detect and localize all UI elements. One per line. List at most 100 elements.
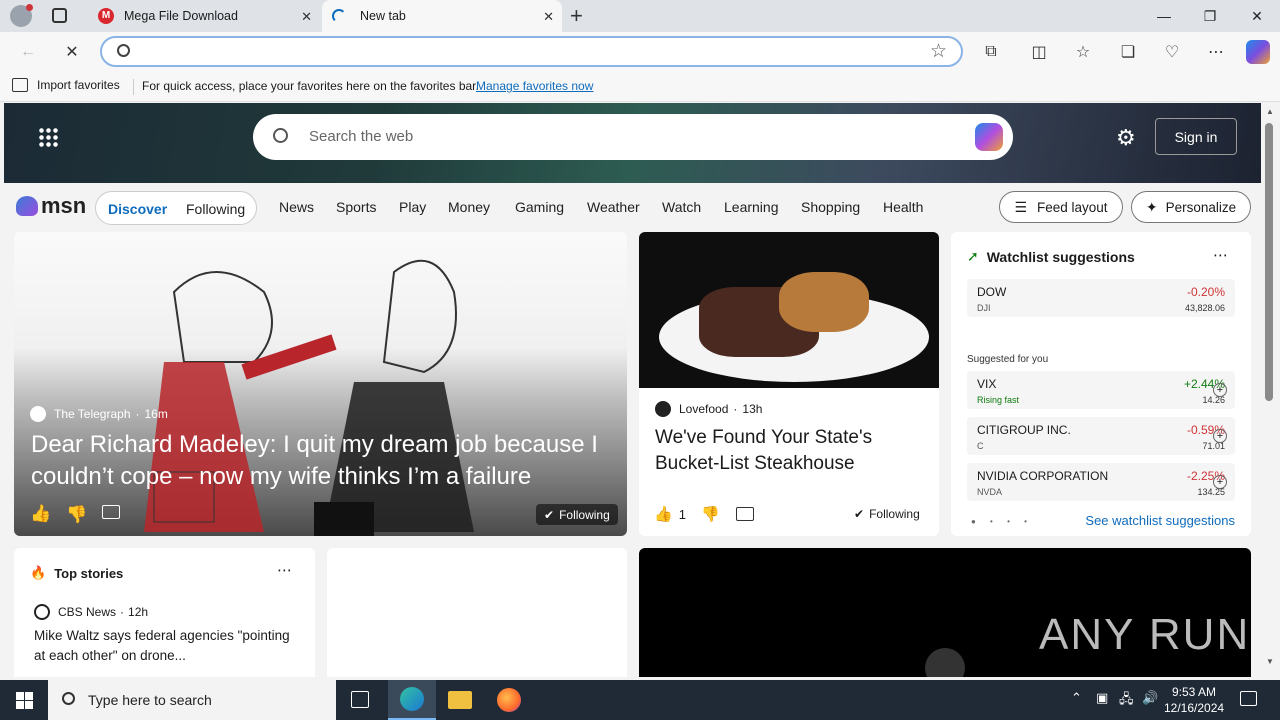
tab-new-tab[interactable]: New tab ✕ xyxy=(322,0,562,32)
loading-spinner-icon xyxy=(332,9,346,23)
taskbar-search-box[interactable]: Type here to search xyxy=(48,680,336,720)
nav-news[interactable]: News xyxy=(279,199,314,215)
nav-health[interactable]: Health xyxy=(883,199,923,215)
nav-sports[interactable]: Sports xyxy=(336,199,376,215)
settings-gear-icon[interactable]: ⚙ xyxy=(1116,125,1136,151)
apps-launcher-icon[interactable] xyxy=(38,127,58,147)
add-stock-icon[interactable]: + xyxy=(1213,475,1227,489)
article-source: The Telegraph · 16m xyxy=(30,406,168,422)
sign-in-button[interactable]: Sign in xyxy=(1155,118,1237,155)
nav-learning[interactable]: Learning xyxy=(724,199,779,215)
pagination-dots[interactable]: ● • • • xyxy=(971,517,1033,526)
profile-icon[interactable] xyxy=(10,4,33,27)
stock-row-vix[interactable]: VIX Rising fast +2.44% 14.26 xyxy=(967,371,1235,409)
hero-news-card[interactable]: The Telegraph · 16m Dear Richard Madeley… xyxy=(14,232,627,536)
stock-row-nvidia[interactable]: NVIDIA CORPORATION NVDA -2.25% 134.25 xyxy=(967,463,1235,501)
nav-watch[interactable]: Watch xyxy=(662,199,701,215)
article-headline[interactable]: Mike Waltz says federal agencies "pointi… xyxy=(34,626,294,666)
comment-icon[interactable] xyxy=(102,505,120,519)
minimize-button[interactable]: — xyxy=(1141,0,1187,32)
nav-weather[interactable]: Weather xyxy=(587,199,640,215)
article-headline[interactable]: We've Found Your State's Bucket-List Ste… xyxy=(655,425,925,477)
more-menu-icon[interactable]: ⋯ xyxy=(1205,41,1227,63)
split-screen-icon[interactable]: ◫ xyxy=(1028,41,1050,63)
firefox-icon[interactable] xyxy=(497,688,521,712)
copilot-icon[interactable] xyxy=(975,123,1003,151)
tab-discover[interactable]: Discover xyxy=(108,201,167,217)
favorites-icon[interactable]: ☆ xyxy=(1072,41,1094,63)
tray-chevron-icon[interactable]: ⌃ xyxy=(1071,690,1082,706)
separator: · xyxy=(733,402,738,416)
tab-mega-file-download[interactable]: M Mega File Download ✕ xyxy=(88,0,320,32)
tab-actions-icon[interactable] xyxy=(52,8,67,23)
page-scrollbar[interactable]: ▲ ▼ xyxy=(1261,103,1280,677)
windows-start-icon[interactable] xyxy=(16,692,33,709)
like-button[interactable]: 👍 1 xyxy=(654,505,686,523)
scroll-thumb[interactable] xyxy=(1265,123,1273,401)
video-card[interactable]: ANY RUN xyxy=(639,548,1251,677)
following-badge[interactable]: ✔ Following xyxy=(536,504,618,525)
search-icon xyxy=(273,128,288,143)
manage-favorites-link[interactable]: Manage favorites now xyxy=(476,79,593,93)
msn-logo[interactable]: msn xyxy=(16,193,86,219)
file-explorer-icon[interactable] xyxy=(448,691,472,709)
network-icon[interactable]: 🖧 xyxy=(1119,690,1134,712)
address-bar[interactable]: ☆ xyxy=(100,36,963,67)
close-tab-icon[interactable]: ✕ xyxy=(543,9,554,25)
nav-gaming[interactable]: Gaming xyxy=(515,199,564,215)
more-options-icon[interactable]: ⋯ xyxy=(1213,246,1228,264)
nav-shopping[interactable]: Shopping xyxy=(801,199,860,215)
check-icon: ✔ xyxy=(544,507,555,522)
task-view-icon[interactable] xyxy=(351,691,369,708)
stock-row-dow[interactable]: DOW DJI -0.20% 43,828.06 xyxy=(967,279,1235,317)
tray-device-icon[interactable]: ▣ xyxy=(1096,690,1108,706)
more-options-icon[interactable]: ⋯ xyxy=(277,561,292,579)
nav-money[interactable]: Money xyxy=(448,199,490,215)
copilot-icon[interactable] xyxy=(1246,40,1270,64)
edge-taskbar-icon[interactable] xyxy=(388,680,436,720)
add-stock-icon[interactable]: + xyxy=(1213,383,1227,397)
msn-logo-text: msn xyxy=(41,193,87,218)
extensions-icon[interactable]: ⧉ xyxy=(980,41,1002,63)
tab-following[interactable]: Following xyxy=(186,201,245,217)
notifications-icon[interactable] xyxy=(1240,691,1257,706)
collections-icon[interactable]: ❏ xyxy=(1117,41,1139,63)
stock-name: NVIDIA CORPORATION xyxy=(977,469,1109,483)
feed-layout-button[interactable]: ☰ Feed layout xyxy=(999,191,1123,223)
close-tab-icon[interactable]: ✕ xyxy=(301,9,312,25)
stock-name: CITIGROUP INC. xyxy=(977,423,1071,437)
following-badge[interactable]: ✔ Following xyxy=(854,507,920,521)
article-headline[interactable]: Dear Richard Madeley: I quit my dream jo… xyxy=(31,429,621,493)
like-icon[interactable]: 👍 xyxy=(30,504,51,524)
add-stock-icon[interactable]: + xyxy=(1213,429,1227,443)
restore-button[interactable]: ❐ xyxy=(1187,0,1233,32)
import-favorites-button[interactable]: Import favorites xyxy=(12,78,120,92)
dislike-icon[interactable]: 👎 xyxy=(66,505,87,525)
scroll-up-icon[interactable]: ▲ xyxy=(1266,107,1274,116)
play-button-icon[interactable] xyxy=(925,648,965,677)
comment-icon[interactable] xyxy=(736,507,754,521)
stock-ticker: Rising fast xyxy=(977,395,1020,405)
favorites-message: For quick access, place your favorites h… xyxy=(142,79,479,93)
clock[interactable]: 9:53 AM 12/16/2024 xyxy=(1164,684,1224,716)
personalize-icon: ✦ xyxy=(1145,198,1158,215)
new-tab-button[interactable]: + xyxy=(570,3,583,29)
top-stories-card: 🔥 Top stories ⋯ CBS News · 12h Mike Walt… xyxy=(14,548,315,677)
back-icon[interactable]: ← xyxy=(17,41,39,63)
scroll-down-icon[interactable]: ▼ xyxy=(1266,657,1274,666)
nav-play[interactable]: Play xyxy=(399,199,426,215)
separator: · xyxy=(135,407,140,421)
sliders-icon: ☰ xyxy=(1014,198,1027,215)
stock-row-citigroup[interactable]: CITIGROUP INC. C -0.59% 71.01 xyxy=(967,417,1235,455)
article-source: Lovefood · 13h xyxy=(655,401,762,417)
browser-essentials-icon[interactable]: ♡ xyxy=(1161,41,1183,63)
dislike-icon[interactable]: 👎 xyxy=(701,505,720,523)
volume-icon[interactable]: 🔊 xyxy=(1142,690,1158,706)
stop-loading-icon[interactable]: ✕ xyxy=(61,41,83,63)
web-search-box[interactable]: Search the web xyxy=(253,114,1013,160)
close-window-button[interactable]: ✕ xyxy=(1234,0,1280,32)
favorite-star-icon[interactable]: ☆ xyxy=(930,40,947,63)
personalize-button[interactable]: ✦ Personalize xyxy=(1131,191,1251,223)
food-news-card[interactable]: Lovefood · 13h We've Found Your State's … xyxy=(639,232,939,536)
see-watchlist-link[interactable]: See watchlist suggestions xyxy=(1085,513,1235,528)
